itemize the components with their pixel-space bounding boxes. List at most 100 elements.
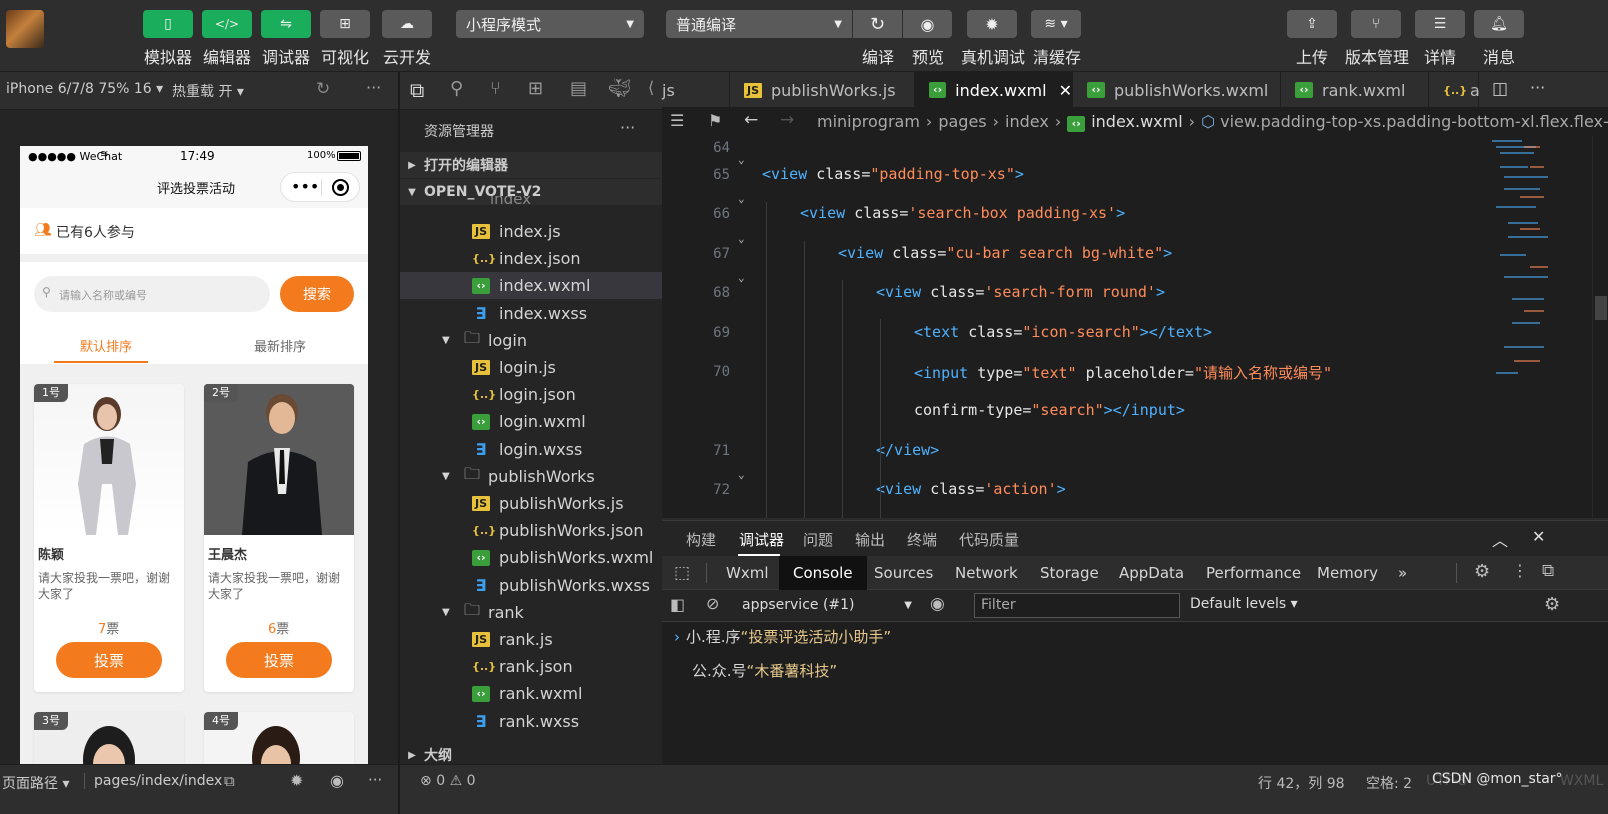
fold-icon[interactable]: ⌄ xyxy=(738,232,745,245)
editor-tab[interactable]: ‹› publishWorks.wxml xyxy=(1073,72,1281,108)
file-item[interactable]: {..} index.json xyxy=(400,245,662,272)
candidate-card[interactable]: 2号 王晨杰 请大家投我一票吧，谢谢大家了 6票 投票 xyxy=(204,384,354,692)
split-editor-icon[interactable]: ◫ xyxy=(1492,79,1508,99)
tab-terminal[interactable]: 终端 xyxy=(907,529,937,550)
list-icon[interactable]: ☰ xyxy=(670,111,684,130)
eye-icon[interactable]: ◉ xyxy=(930,594,945,614)
candidate-card[interactable]: 4号 xyxy=(204,712,354,764)
file-item[interactable]: ∃ login.wxss xyxy=(400,436,662,463)
log-levels-select[interactable]: Default levels ▾ xyxy=(1190,596,1298,612)
tab-sources[interactable]: Sources xyxy=(874,556,933,590)
file-item[interactable]: ‹› rank.wxml xyxy=(400,680,662,707)
editor-tab[interactable]: js xyxy=(648,72,730,108)
folder-item[interactable]: ▼ 🗀︎ login xyxy=(400,327,662,354)
debugger-button[interactable]: ⇋ xyxy=(261,10,311,38)
breadcrumb-item[interactable]: view.padding-top-xs.padding-bottom-xl.fl… xyxy=(1220,112,1608,131)
breadcrumb-item[interactable]: miniprogram xyxy=(817,112,920,131)
candidate-card[interactable]: 1号 陈颖 请大家投我一票吧，谢谢大家了 7票 投票 xyxy=(34,384,184,692)
file-item[interactable]: ∃ publishWorks.wxss xyxy=(400,572,662,599)
gear-icon[interactable]: ⚙ xyxy=(1544,594,1560,615)
tab-output[interactable]: 输出 xyxy=(855,529,885,550)
tab-appdata[interactable]: AppData xyxy=(1119,556,1184,590)
tab-problems[interactable]: 问题 xyxy=(803,529,833,550)
minimap[interactable] xyxy=(1490,136,1560,396)
upload-button[interactable]: ⇪ xyxy=(1287,10,1337,38)
close-icon[interactable]: ✕ xyxy=(1532,527,1545,546)
version-button[interactable]: ⑂ xyxy=(1351,10,1401,38)
file-item[interactable]: JS rank.js xyxy=(400,626,662,653)
clear-console-icon[interactable]: ⊘ xyxy=(706,594,719,613)
close-mini-icon[interactable] xyxy=(332,179,349,196)
editor-scrollbar[interactable] xyxy=(1592,136,1608,518)
copy-icon[interactable]: ⧉ xyxy=(224,772,235,790)
sidebar-toggle-icon[interactable]: ◧ xyxy=(670,595,685,614)
file-item[interactable]: ∃ index.wxss xyxy=(400,300,662,327)
indent-setting[interactable]: 空格: 2 xyxy=(1366,773,1412,793)
tab-performance[interactable]: Performance xyxy=(1206,556,1301,590)
code-editor[interactable]: 64 65 ⌄ <view class="padding-top-xs"> 66 ⌄ <vi… xyxy=(662,136,1608,518)
close-icon[interactable]: ✕ xyxy=(1059,81,1072,100)
breadcrumb-item[interactable]: index xyxy=(1005,112,1049,131)
tab-network[interactable]: Network xyxy=(955,556,1018,590)
tab-default-sort[interactable]: 默认排序 xyxy=(80,336,132,355)
route-label[interactable]: 页面路径 ▾ xyxy=(2,773,69,793)
fold-icon[interactable]: ⌄ xyxy=(738,271,745,284)
docker-icon[interactable]: 🐳︎ xyxy=(608,78,631,99)
file-item[interactable]: JS publishWorks.js xyxy=(400,490,662,517)
file-item[interactable]: ‹› index.wxml xyxy=(400,272,662,300)
more-icon[interactable]: ··· xyxy=(366,78,381,97)
gear-icon[interactable]: ⚙ xyxy=(1474,561,1490,582)
vote-button[interactable]: 投票 xyxy=(226,642,332,678)
hot-reload-select[interactable]: 热重载 开 ▾ xyxy=(172,81,244,101)
capsule-menu[interactable]: ••• xyxy=(280,172,360,202)
tab-code-quality[interactable]: 代码质量 xyxy=(959,529,1019,550)
bug-icon[interactable]: ✹ xyxy=(290,771,303,790)
editor-tab[interactable]: JS publishWorks.js xyxy=(730,72,915,108)
more-icon[interactable]: ··· xyxy=(620,118,635,137)
breadcrumb-item[interactable]: index.wxml xyxy=(1091,112,1182,131)
language-mode[interactable]: WXML xyxy=(1560,773,1603,789)
file-item[interactable]: {..} publishWorks.json xyxy=(400,517,662,544)
cursor-position[interactable]: 行 42，列 98 xyxy=(1258,773,1345,793)
editor-button[interactable]: </> xyxy=(202,10,252,38)
storage-icon[interactable]: ▤ xyxy=(570,78,587,99)
more-icon[interactable]: ··· xyxy=(1530,78,1545,97)
forward-icon[interactable]: → xyxy=(780,110,794,130)
search-input[interactable]: ⚲ 请输入名称或编号 xyxy=(34,276,270,312)
vote-button[interactable]: 投票 xyxy=(56,642,162,678)
more-tabs-button[interactable]: » xyxy=(1398,556,1407,590)
chevron-up-icon[interactable]: ︿ xyxy=(1492,527,1508,551)
file-item[interactable]: ‹› publishWorks.wxml xyxy=(400,544,662,571)
eye-icon[interactable]: ◉ xyxy=(330,771,344,790)
errors-indicator[interactable]: ⊗ 0 ⚠ 0 xyxy=(420,773,476,789)
tab-memory[interactable]: Memory xyxy=(1317,556,1378,590)
search-button[interactable]: 搜索 xyxy=(280,276,354,312)
preview-button[interactable]: ◉ xyxy=(903,10,952,38)
folder-item[interactable]: ▼ 🗀︎ publishWorks xyxy=(400,463,662,490)
remote-debug-button[interactable]: ✹ xyxy=(967,10,1017,38)
tab-debugger[interactable]: 调试器 xyxy=(739,529,784,550)
kebab-icon[interactable]: ⋮ xyxy=(1512,561,1528,580)
fold-icon[interactable]: ⌄ xyxy=(738,192,745,205)
tab-console[interactable]: Console xyxy=(779,556,867,590)
user-avatar[interactable] xyxy=(6,10,44,48)
files-icon[interactable]: ⧉ xyxy=(410,78,424,102)
mode-select[interactable]: 小程序模式 ▼ xyxy=(456,10,644,38)
file-item[interactable]: {..} login.json xyxy=(400,381,662,408)
more-icon[interactable]: ··· xyxy=(368,771,382,789)
dock-icon[interactable]: ⧉ xyxy=(1542,561,1554,581)
tab-wxml[interactable]: Wxml xyxy=(726,556,769,590)
file-item[interactable]: ∃ rank.wxss xyxy=(400,708,662,735)
clear-cache-button[interactable]: ≋ ▾ xyxy=(1031,10,1081,38)
context-select[interactable]: appservice (#1) ▼ xyxy=(742,593,912,617)
compile-button[interactable]: ↻ xyxy=(853,10,902,38)
tab-build[interactable]: 构建 xyxy=(686,529,716,550)
inspect-icon[interactable]: ⬚ xyxy=(674,563,690,583)
visual-button[interactable]: ⊞ xyxy=(320,10,370,38)
candidate-card[interactable]: 3号 xyxy=(34,712,184,764)
editor-tab[interactable]: {..} a xyxy=(1429,72,1480,108)
scrollbar-thumb[interactable] xyxy=(1595,296,1607,320)
file-item[interactable]: JS login.js xyxy=(400,354,662,381)
bookmark-icon[interactable]: ⚑ xyxy=(708,111,722,130)
fold-icon[interactable]: ⌄ xyxy=(738,153,745,166)
